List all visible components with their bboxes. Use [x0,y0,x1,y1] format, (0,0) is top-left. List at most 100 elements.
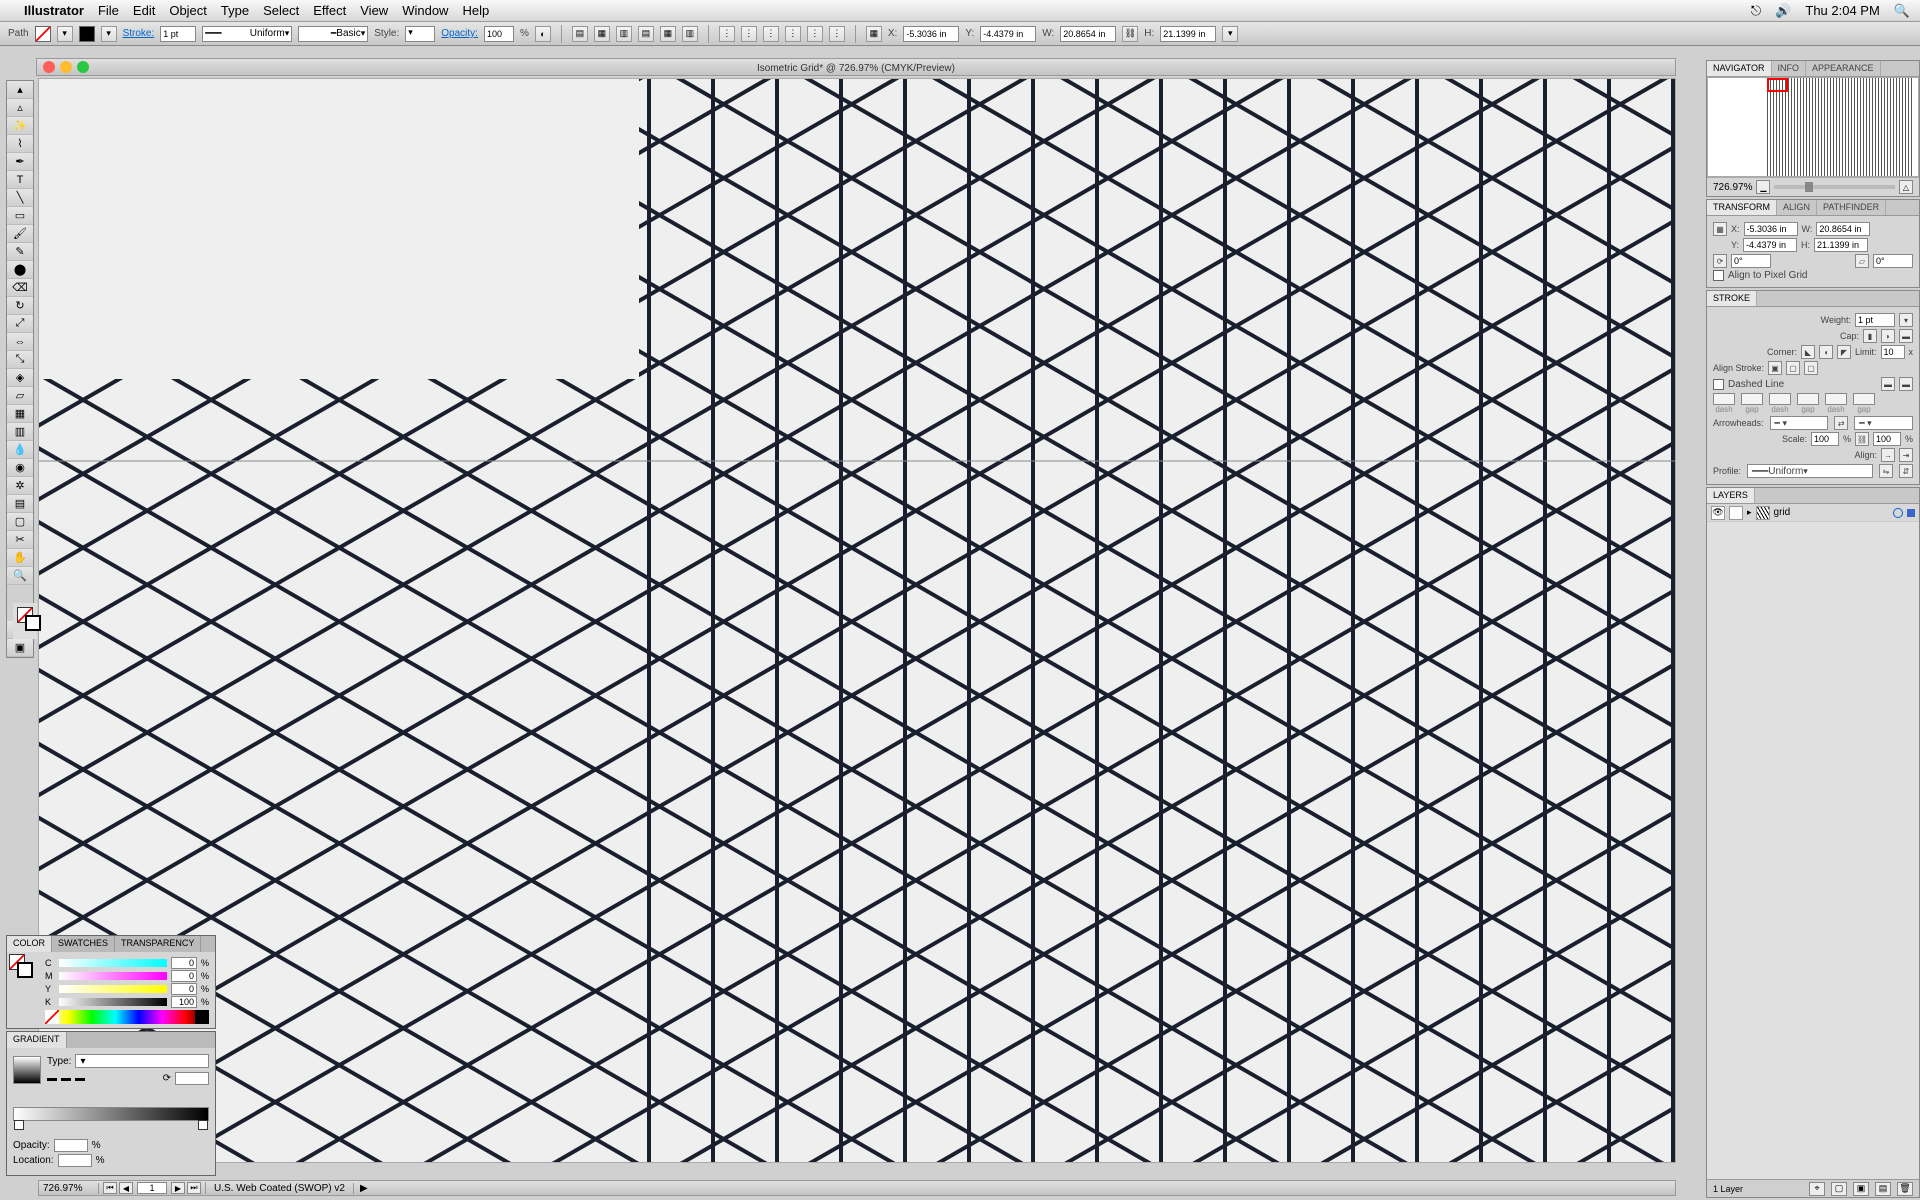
menu-object[interactable]: Object [169,3,207,18]
recolor-icon[interactable]: ◐ [535,26,551,42]
reference-point-icon[interactable]: ▦ [1713,222,1727,236]
tab-layers[interactable]: LAYERS [1707,488,1755,503]
zoom-out-icon[interactable]: ▁ [1756,180,1770,194]
arrow-end-select[interactable]: ━ ▾ [1854,416,1913,430]
gradient-tool[interactable]: ▥ [7,423,33,441]
pen-tool[interactable]: ✒ [7,153,33,171]
tab-gradient[interactable]: GRADIENT [7,1032,67,1048]
scale-tool[interactable]: ⤢ [7,315,33,333]
menu-help[interactable]: Help [462,3,489,18]
status-menu-icon[interactable]: ▶ [354,1183,374,1194]
spotlight-icon[interactable]: 🔍 [1894,3,1910,19]
distribute-1-icon[interactable]: ⋮ [719,26,735,42]
shear-input[interactable] [1873,254,1913,268]
stroke-weight-field[interactable] [1855,313,1895,327]
volume-icon[interactable]: 🔊 [1775,3,1791,19]
grad-location-input[interactable] [58,1154,92,1167]
align-vcenter-icon[interactable]: ▦ [660,26,676,42]
menu-select[interactable]: Select [263,3,299,18]
layer-target-icon[interactable] [1893,508,1903,518]
hand-tool[interactable]: ✋ [7,549,33,567]
artboard-prev-icon[interactable]: ◀ [119,1182,133,1194]
dash-preserve-icon[interactable]: ▬ [1881,377,1895,391]
layer-lock-icon[interactable] [1729,506,1743,520]
corner-bevel-icon[interactable]: ◤ [1837,345,1851,359]
stroke-weight-input[interactable] [160,26,196,42]
fill-swatch[interactable] [35,26,51,42]
menu-extra-icon[interactable]: ⎋ [1751,3,1761,19]
tab-transform[interactable]: TRANSFORM [1707,200,1777,215]
rectangle-tool[interactable]: ▭ [7,207,33,225]
app-name[interactable]: Illustrator [24,3,84,18]
dash-2[interactable] [1769,393,1791,405]
tab-align[interactable]: ALIGN [1777,200,1817,215]
blend-tool[interactable]: ◉ [7,459,33,477]
direct-selection-tool[interactable]: ▵ [7,99,33,117]
layer-row[interactable]: 👁 ▸ grid [1707,504,1919,522]
perspective-tool[interactable]: ▱ [7,387,33,405]
w-input[interactable] [1060,26,1116,42]
arrow-swap-icon[interactable]: ⇄ [1834,416,1848,430]
distribute-2-icon[interactable]: ⋮ [741,26,757,42]
artboard-first-icon[interactable]: ⏮ [103,1182,117,1194]
y-input[interactable] [980,26,1036,42]
distribute-5-icon[interactable]: ⋮ [807,26,823,42]
dashed-checkbox[interactable] [1713,379,1724,390]
style-select[interactable]: ▾ [405,26,435,42]
alignstroke-center-icon[interactable]: ▣ [1768,361,1782,375]
stroke-link[interactable]: Stroke: [123,28,155,39]
canvas[interactable] [38,78,1676,1163]
zoom-readout[interactable]: 726.97% [39,1183,99,1194]
brush-def-select[interactable]: ━━━ Uniform ▾ [202,26,292,42]
color-spectrum[interactable] [45,1010,209,1024]
delete-layer-icon[interactable]: 🗑 [1897,1182,1913,1196]
opacity-link[interactable]: Opacity: [441,28,478,39]
fill-dropdown[interactable]: ▾ [57,26,73,42]
eraser-tool[interactable]: ⌫ [7,279,33,297]
c-input[interactable] [171,957,197,969]
grad-stroke-1-icon[interactable]: ▬ [47,1073,57,1084]
transform-h-input[interactable] [1814,238,1868,252]
tab-pathfinder[interactable]: PATHFINDER [1817,200,1886,215]
menu-effect[interactable]: Effect [313,3,346,18]
selection-tool[interactable]: ▴ [7,81,33,99]
tab-swatches[interactable]: SWATCHES [52,936,115,952]
tab-stroke[interactable]: STROKE [1707,291,1757,306]
gap-3[interactable] [1853,393,1875,405]
y-input[interactable] [171,983,197,995]
alignstroke-inside-icon[interactable]: ▢ [1786,361,1800,375]
menu-file[interactable]: File [98,3,119,18]
arrow-scale-link-icon[interactable]: ⛓ [1855,432,1869,446]
link-wh-icon[interactable]: ⛓ [1122,26,1138,42]
distribute-3-icon[interactable]: ⋮ [763,26,779,42]
magic-wand-tool[interactable]: ✨ [7,117,33,135]
arrow-start-select[interactable]: ━ ▾ [1770,416,1829,430]
grad-stroke-3-icon[interactable]: ▬ [75,1073,85,1084]
gap-2[interactable] [1797,393,1819,405]
clock[interactable]: Thu 2:04 PM [1805,3,1879,18]
align-hcenter-icon[interactable]: ▦ [594,26,610,42]
new-sublayer-icon[interactable]: ▣ [1853,1182,1869,1196]
tab-appearance[interactable]: APPEARANCE [1806,61,1881,76]
k-input[interactable] [171,996,197,1008]
rotate-input[interactable] [1731,254,1771,268]
type-tool[interactable]: T [7,171,33,189]
transform-y-input[interactable] [1743,238,1797,252]
flip-along-icon[interactable]: ⇋ [1879,464,1893,478]
tab-navigator[interactable]: NAVIGATOR [1707,61,1772,76]
zoom-slider[interactable] [1774,185,1895,189]
gap-1[interactable] [1741,393,1763,405]
width-tool[interactable]: ⇔ [7,333,33,351]
menu-edit[interactable]: Edit [133,3,155,18]
align-bottom-icon[interactable]: ▥ [682,26,698,42]
free-transform-tool[interactable]: ⤡ [7,351,33,369]
pencil-tool[interactable]: ✎ [7,243,33,261]
distribute-6-icon[interactable]: ⋮ [829,26,845,42]
menu-view[interactable]: View [360,3,388,18]
cap-round-icon[interactable]: ◗ [1881,329,1895,343]
mesh-tool[interactable]: ▦ [7,405,33,423]
menu-window[interactable]: Window [402,3,448,18]
stroke-well[interactable] [25,615,41,631]
layer-twirl-icon[interactable]: ▸ [1747,507,1752,518]
paintbrush-tool[interactable]: 🖌 [7,225,33,243]
